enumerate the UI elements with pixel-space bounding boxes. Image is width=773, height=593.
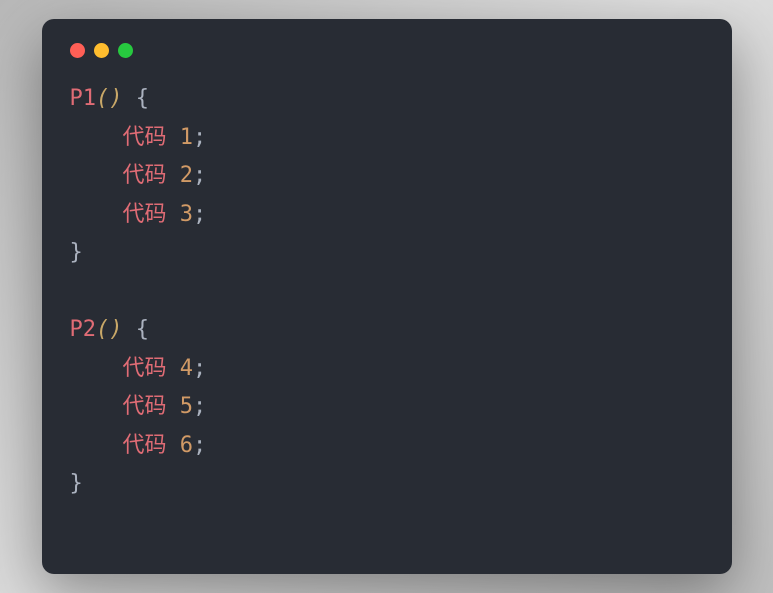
code-line: 代码 6;	[70, 427, 704, 466]
code-number: 4	[180, 356, 193, 381]
open-paren: (	[96, 86, 109, 111]
code-number: 2	[180, 163, 193, 188]
semicolon: ;	[193, 163, 206, 188]
close-brace: }	[70, 240, 83, 265]
code-window: P1() { 代码 1; 代码 2; 代码 3; } P2() { 代码 4; …	[42, 19, 732, 574]
code-label: 代码	[122, 356, 166, 381]
close-brace-line: }	[70, 465, 704, 504]
code-line: 代码 3;	[70, 196, 704, 235]
blank-line	[70, 273, 704, 312]
semicolon: ;	[193, 356, 206, 381]
semicolon: ;	[193, 202, 206, 227]
close-paren: )	[109, 86, 122, 111]
code-label: 代码	[122, 202, 166, 227]
code-number: 5	[180, 394, 193, 419]
code-number: 3	[180, 202, 193, 227]
code-label: 代码	[122, 163, 166, 188]
function-name: P1	[70, 86, 97, 111]
semicolon: ;	[193, 394, 206, 419]
open-brace: {	[136, 86, 149, 111]
code-line: 代码 2;	[70, 157, 704, 196]
close-brace-line: }	[70, 234, 704, 273]
semicolon: ;	[193, 433, 206, 458]
code-number: 1	[180, 125, 193, 150]
code-label: 代码	[122, 433, 166, 458]
close-brace: }	[70, 471, 83, 496]
open-brace: {	[136, 317, 149, 342]
function-header: P2() {	[70, 311, 704, 350]
code-line: 代码 4;	[70, 350, 704, 389]
code-label: 代码	[122, 125, 166, 150]
titlebar	[70, 39, 704, 80]
maximize-icon[interactable]	[118, 43, 133, 58]
close-paren: )	[109, 317, 122, 342]
function-header: P1() {	[70, 80, 704, 119]
code-line: 代码 1;	[70, 119, 704, 158]
code-number: 6	[180, 433, 193, 458]
code-area: P1() { 代码 1; 代码 2; 代码 3; } P2() { 代码 4; …	[70, 80, 704, 504]
open-paren: (	[96, 317, 109, 342]
close-icon[interactable]	[70, 43, 85, 58]
code-line: 代码 5;	[70, 388, 704, 427]
semicolon: ;	[193, 125, 206, 150]
function-name: P2	[70, 317, 97, 342]
code-label: 代码	[122, 394, 166, 419]
minimize-icon[interactable]	[94, 43, 109, 58]
